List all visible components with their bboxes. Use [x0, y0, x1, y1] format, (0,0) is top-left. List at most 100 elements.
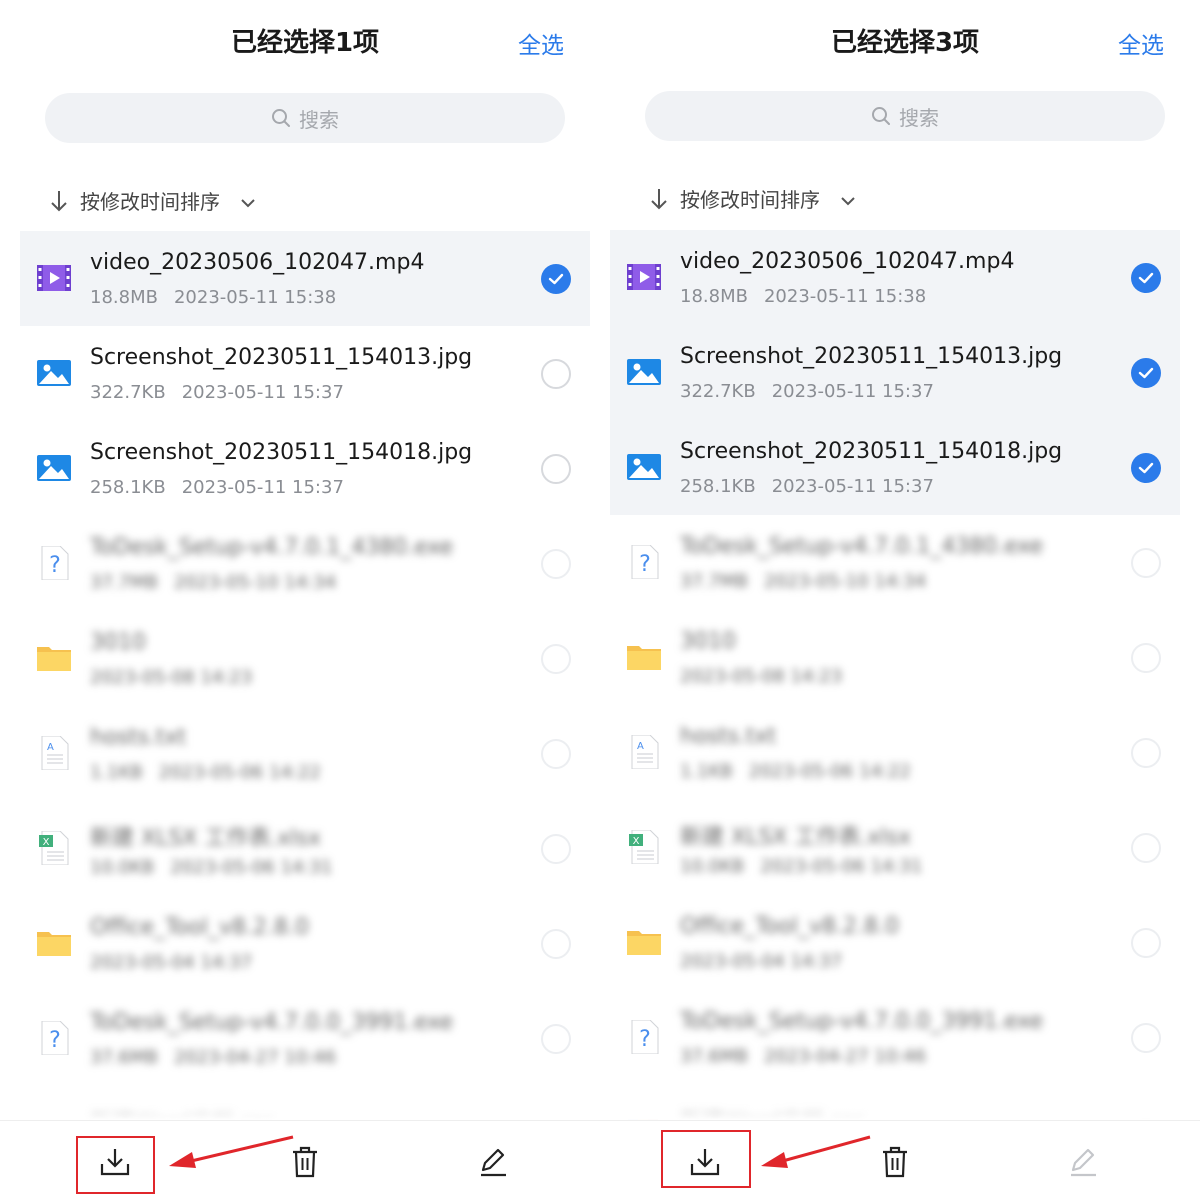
file-date: 2023-05-06 14:31 — [760, 856, 923, 877]
file-list: video_20230506_102047.mp4 18.8MB 2023-05-1… — [20, 231, 590, 1181]
file-row[interactable]: Screenshot_20230511_154018.jpg 258.1KB 202… — [20, 421, 590, 516]
file-meta: 2023-05-08 14:23 — [680, 666, 842, 687]
file-size: 18.8MB — [680, 286, 748, 307]
file-row[interactable]: X 新建 XLSX 工作表.xlsx 10.0KB 2023-05-06 14:31 — [610, 800, 1180, 895]
file-row[interactable]: Screenshot_20230511_154013.jpg 322.7KB 202… — [20, 326, 590, 421]
checkbox-unchecked[interactable] — [1131, 928, 1161, 958]
rename-button[interactable] — [1064, 1143, 1102, 1181]
annotation-highlight-box — [76, 1136, 155, 1194]
list-fade — [600, 1090, 1200, 1120]
file-meta: 322.7KB 2023-05-11 15:37 — [680, 381, 934, 402]
file-name: 新建 XLSX 工作表.xlsx — [90, 826, 321, 851]
svg-text:A: A — [637, 741, 644, 752]
file-row[interactable]: Screenshot_20230511_154013.jpg 322.7KB 202… — [610, 325, 1180, 420]
file-row[interactable]: video_20230506_102047.mp4 18.8MB 2023-05-1… — [20, 231, 590, 326]
file-row[interactable]: ? ToDesk_Setup-v4.7.0.1_4380.exe 37.7MB 202… — [20, 516, 590, 611]
file-size: 258.1KB — [90, 477, 166, 498]
unknown-file-icon: ? — [36, 1020, 74, 1056]
file-meta: 258.1KB 2023-05-11 15:37 — [90, 477, 344, 498]
file-date: 2023-05-10 14:34 — [173, 572, 337, 593]
checkbox-unchecked[interactable] — [541, 454, 571, 484]
edit-icon — [1071, 1148, 1096, 1177]
checkbox-checked[interactable] — [1131, 358, 1161, 388]
file-row[interactable]: Office_Tool_v8.2.8.0 2023-05-04 14:37 — [20, 896, 590, 991]
image-file-icon — [36, 356, 74, 390]
checkbox-unchecked[interactable] — [541, 739, 571, 769]
file-list: video_20230506_102047.mp4 18.8MB 2023-05-1… — [610, 230, 1180, 1180]
file-row[interactable]: 3010 2023-05-08 14:23 — [610, 610, 1180, 705]
sort-dropdown[interactable]: 按修改时间排序 — [648, 184, 856, 213]
file-row[interactable]: X 新建 XLSX 工作表.xlsx 10.0KB 2023-05-06 14:31 — [20, 801, 590, 896]
annotation-arrow — [169, 1135, 294, 1168]
unknown-file-icon: ? — [626, 1019, 664, 1055]
folder-icon — [626, 925, 664, 959]
file-row[interactable]: 3010 2023-05-08 14:23 — [20, 611, 590, 706]
edit-icon — [481, 1148, 506, 1177]
file-size: 37.7MB — [90, 572, 158, 593]
excel-file-icon: X — [626, 829, 664, 865]
unknown-file-icon: ? — [36, 545, 74, 581]
file-size: 1.1KB — [680, 761, 733, 782]
file-row[interactable]: Ahosts.txt 1.1KB 2023-05-06 14:22 — [610, 705, 1180, 800]
chevron-down-icon — [840, 187, 856, 211]
svg-text:X: X — [633, 836, 640, 847]
checkbox-checked[interactable] — [1131, 263, 1161, 293]
file-row[interactable]: Ahosts.txt 1.1KB 2023-05-06 14:22 — [20, 706, 590, 801]
checkbox-unchecked[interactable] — [541, 359, 571, 389]
file-row[interactable]: ? ToDesk_Setup-v4.7.0.0_3991.exe 37.6MB 202… — [20, 991, 590, 1086]
folder-icon — [626, 640, 664, 674]
folder-icon — [36, 926, 74, 960]
checkbox-unchecked[interactable] — [541, 1024, 571, 1054]
file-name: Screenshot_20230511_154018.jpg — [90, 440, 473, 465]
video-file-icon — [626, 260, 664, 294]
search-input[interactable]: 搜索 — [45, 93, 565, 143]
select-all-button[interactable]: 全选 — [1118, 26, 1164, 60]
text-file-icon: A — [36, 735, 74, 771]
select-all-button[interactable]: 全选 — [518, 26, 564, 60]
annotation-highlight-box — [661, 1130, 751, 1188]
checkbox-unchecked[interactable] — [1131, 1023, 1161, 1053]
file-panel-left: 已经选择1项 全选 搜索 按修改时间排序 video_20230506_1020… — [0, 0, 600, 1197]
file-date: 2023-05-11 15:38 — [763, 286, 927, 307]
file-meta: 10.0KB 2023-05-06 14:31 — [90, 857, 332, 878]
checkbox-unchecked[interactable] — [541, 549, 571, 579]
file-name: ToDesk_Setup-v4.7.0.1_4380.exe — [90, 535, 454, 560]
file-size: 258.1KB — [680, 476, 756, 497]
file-meta: 18.8MB 2023-05-11 15:38 — [90, 287, 336, 308]
checkbox-unchecked[interactable] — [1131, 548, 1161, 578]
file-name: Office_Tool_v8.2.8.0 — [680, 914, 899, 939]
sort-label: 按修改时间排序 — [680, 188, 820, 212]
file-row[interactable]: video_20230506_102047.mp4 18.8MB 2023-05-1… — [610, 230, 1180, 325]
checkbox-unchecked[interactable] — [541, 929, 571, 959]
svg-text:A: A — [47, 742, 54, 753]
search-icon — [272, 109, 290, 127]
checkbox-unchecked[interactable] — [541, 644, 571, 674]
checkbox-unchecked[interactable] — [1131, 643, 1161, 673]
checkbox-checked[interactable] — [541, 264, 571, 294]
file-name: hosts.txt — [680, 724, 777, 749]
file-row[interactable]: ? ToDesk_Setup-v4.7.0.0_3991.exe 37.6MB 202… — [610, 990, 1180, 1085]
file-name: 3010 — [90, 630, 146, 655]
rename-button[interactable] — [474, 1143, 512, 1181]
search-input[interactable]: 搜索 — [645, 91, 1165, 141]
folder-icon — [36, 641, 74, 675]
file-date: 2023-04-27 10:46 — [173, 1047, 337, 1068]
file-date: 2023-05-08 14:23 — [90, 667, 253, 688]
page-title: 已经选择3项 — [830, 28, 980, 58]
file-row[interactable]: ? ToDesk_Setup-v4.7.0.1_4380.exe 37.7MB 202… — [610, 515, 1180, 610]
file-row[interactable]: Screenshot_20230511_154018.jpg 258.1KB 202… — [610, 420, 1180, 515]
file-meta: 2023-05-04 14:37 — [90, 952, 252, 973]
file-row[interactable]: Office_Tool_v8.2.8.0 2023-05-04 14:37 — [610, 895, 1180, 990]
file-name: ToDesk_Setup-v4.7.0.0_3991.exe — [680, 1009, 1044, 1034]
sort-dropdown[interactable]: 按修改时间排序 — [48, 186, 256, 215]
checkbox-checked[interactable] — [1131, 453, 1161, 483]
file-meta: 1.1KB 2023-05-06 14:22 — [680, 761, 911, 782]
file-name: Screenshot_20230511_154013.jpg — [90, 345, 473, 370]
file-size: 322.7KB — [680, 381, 756, 402]
file-size: 1.1KB — [90, 762, 143, 783]
checkbox-unchecked[interactable] — [1131, 833, 1161, 863]
delete-button[interactable] — [876, 1143, 914, 1181]
file-size: 322.7KB — [90, 382, 166, 403]
checkbox-unchecked[interactable] — [1131, 738, 1161, 768]
checkbox-unchecked[interactable] — [541, 834, 571, 864]
